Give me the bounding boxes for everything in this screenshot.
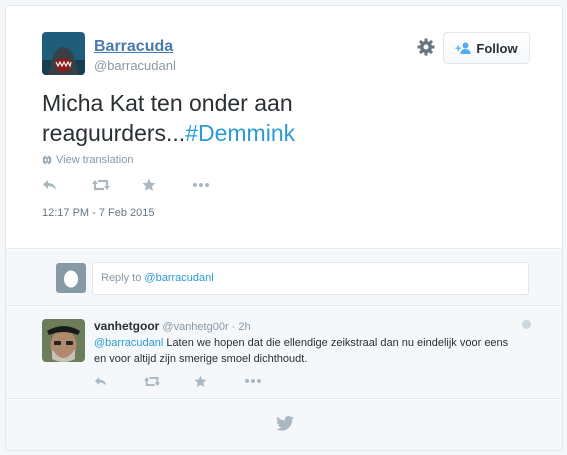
- reply-mention[interactable]: @barracudanl: [94, 337, 163, 349]
- view-translation-label: View translation: [56, 154, 134, 166]
- favorite-icon: [142, 178, 156, 191]
- follow-button[interactable]: + Follow: [443, 32, 530, 64]
- reply-favorite-button[interactable]: [194, 374, 244, 388]
- retweet-icon: [144, 376, 160, 386]
- reply-input-prefix: Reply to: [101, 272, 145, 284]
- reply-button[interactable]: [42, 176, 92, 194]
- follow-label: Follow: [476, 40, 518, 56]
- reply-composer: Reply to @barracudanl: [6, 250, 562, 306]
- reply-icon: [94, 376, 107, 386]
- main-tweet: Barracuda @barracudanl + Follow Micha Ka…: [6, 6, 562, 249]
- reply-input[interactable]: Reply to @barracudanl: [92, 262, 529, 295]
- embed-footer: [6, 400, 562, 450]
- hashtag-link[interactable]: #Demmink: [185, 120, 295, 146]
- info-icon[interactable]: [522, 320, 531, 329]
- author-handle[interactable]: @barracudanl: [94, 58, 176, 73]
- retweet-icon: [92, 179, 110, 191]
- more-icon: [245, 379, 261, 383]
- svg-text:+: +: [455, 43, 461, 54]
- tweet-timestamp[interactable]: 12:17 PM - 7 Feb 2015: [42, 207, 155, 219]
- reply-header: vanhetgoor @vanhetg00r · 2h: [94, 319, 251, 333]
- view-translation-link[interactable]: View translation: [42, 154, 133, 166]
- reply-separator: ·: [228, 321, 239, 333]
- gear-icon[interactable]: [416, 37, 436, 57]
- tweet-actions: [42, 176, 242, 194]
- favorite-button[interactable]: [142, 176, 192, 194]
- favorite-icon: [194, 374, 207, 387]
- more-button[interactable]: [192, 176, 242, 194]
- reply-author-handle[interactable]: @vanhetg00r: [162, 321, 228, 333]
- author-avatar[interactable]: [42, 32, 85, 75]
- reply-author-avatar[interactable]: [42, 319, 85, 362]
- reply-text: @barracudanl Laten we hopen dat die elle…: [94, 335, 514, 367]
- reply-reply-button[interactable]: [94, 374, 144, 388]
- add-user-icon: +: [455, 42, 471, 54]
- reply-icon: [43, 180, 56, 190]
- tweet-card: Barracuda @barracudanl + Follow Micha Ka…: [5, 5, 563, 451]
- reply-retweet-button[interactable]: [144, 374, 194, 388]
- tweet-text: Micha Kat ten onder aan reaguurders...#D…: [42, 88, 502, 148]
- reply-actions: [94, 374, 294, 388]
- user-avatar: [56, 263, 86, 293]
- retweet-button[interactable]: [92, 176, 142, 194]
- reply-author-name[interactable]: vanhetgoor: [94, 319, 159, 333]
- more-icon: [193, 183, 209, 187]
- globe-icon: [42, 155, 52, 165]
- reply-more-button[interactable]: [244, 374, 294, 388]
- twitter-bird-icon[interactable]: [276, 416, 294, 436]
- reply-input-mention: @barracudanl: [144, 272, 214, 284]
- egg-icon: [64, 270, 78, 288]
- reply-time[interactable]: 2h: [238, 321, 250, 333]
- reply-tweet: vanhetgoor @vanhetg00r · 2h @barracudanl…: [6, 307, 562, 399]
- author-name[interactable]: Barracuda: [94, 38, 173, 56]
